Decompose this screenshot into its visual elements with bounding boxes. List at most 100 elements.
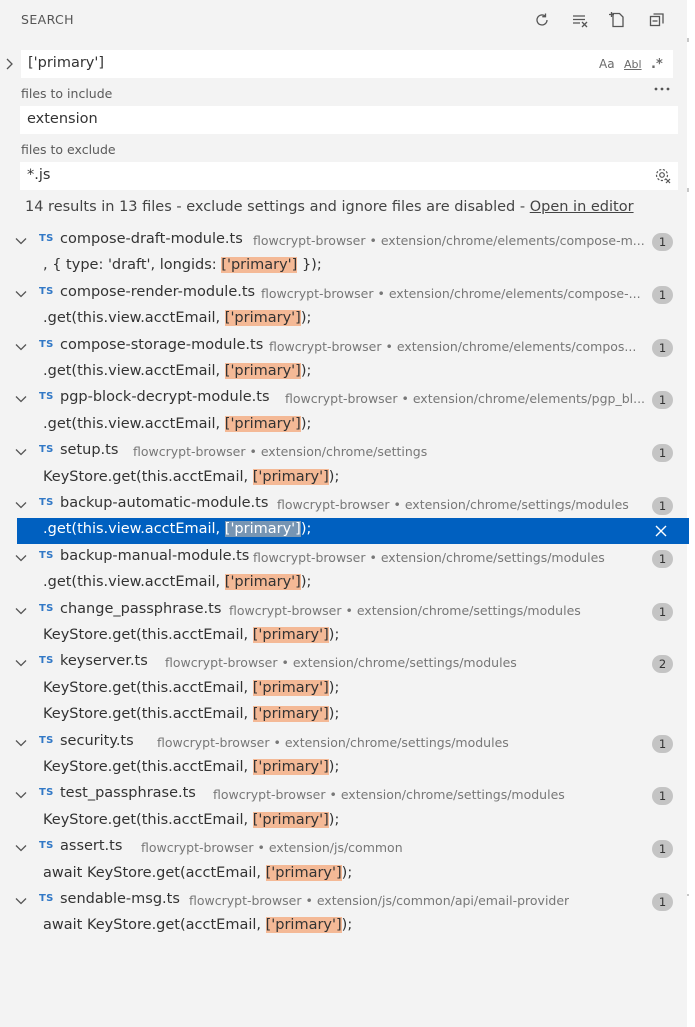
match-highlight: ['primary'] [265,917,342,934]
match-count-badge: 1 [652,787,673,806]
result-file-name: security.ts [60,732,134,749]
more-options-icon[interactable] [652,82,672,96]
result-match-row[interactable]: await KeyStore.get(acctEmail, ['primary'… [0,914,689,940]
result-file-path: flowcrypt-browser • extension/chrome/set… [213,787,565,803]
files-to-exclude-label: files to exclude [21,142,116,157]
result-file-row[interactable]: TS backup-manual-module.ts flowcrypt-brows… [0,545,689,571]
chevron-down-icon[interactable] [13,840,29,856]
chevron-down-icon[interactable] [13,339,29,355]
chevron-down-icon[interactable] [13,655,29,671]
result-file-row[interactable]: TS backup-automatic-module.ts flowcrypt-br… [0,492,689,518]
search-input[interactable]: ['primary'] Aa Abl .* [21,50,673,78]
toggle-replace-chevron-icon[interactable] [2,54,18,74]
match-line: KeyStore.get(this.acctEmail, ['primary']… [43,759,339,775]
clear-results-icon[interactable] [570,10,590,30]
files-to-exclude-input[interactable]: *.js [20,162,678,190]
match-text-after: ); [341,864,353,881]
result-match-row[interactable]: .get(this.view.acctEmail, ['primary']); [0,307,689,333]
result-file-path: flowcrypt-browser • extension/chrome/ele… [285,391,646,407]
match-line: .get(this.view.acctEmail, ['primary']); [43,363,311,379]
match-text-before: KeyStore.get(this.acctEmail, [43,468,253,485]
chevron-down-icon[interactable] [13,787,29,803]
collapse-all-icon[interactable] [647,10,667,30]
match-whole-word-toggle[interactable]: Abl [624,55,642,73]
result-match-row[interactable]: KeyStore.get(this.acctEmail, ['primary']… [0,756,689,782]
result-match-row[interactable]: .get(this.view.acctEmail, ['primary']); [0,571,689,597]
result-file-row[interactable]: TS test_passphrase.ts flowcrypt-browser • … [0,782,689,808]
match-highlight: ['primary'] [224,415,301,432]
result-file-path: flowcrypt-browser • extension/chrome/set… [133,444,428,460]
match-highlight: ['primary'] [224,363,301,379]
typescript-file-icon: TS [39,734,54,746]
chevron-down-icon[interactable] [13,603,29,619]
match-highlight: ['primary'] [221,257,298,274]
result-file-name: compose-draft-module.ts [60,231,243,247]
refresh-icon[interactable] [532,10,552,30]
chevron-down-icon[interactable] [13,893,29,909]
typescript-file-icon: TS [39,497,54,508]
use-regex-toggle[interactable]: .* [651,55,663,73]
open-in-editor-link[interactable]: Open in editor [530,199,634,215]
result-file-row[interactable]: TS compose-draft-module.ts flowcrypt-brows… [0,228,689,254]
match-text-before: .get(this.view.acctEmail, [43,415,225,432]
scrollbar-marker [687,188,689,192]
result-file-row[interactable]: TS setup.ts flowcrypt-browser • extension/… [0,439,689,465]
result-match-row[interactable]: KeyStore.get(this.acctEmail, ['primary']… [0,703,689,729]
result-file-name: change_passphrase.ts [60,600,222,617]
result-file-path: flowcrypt-browser • extension/chrome/set… [157,734,509,750]
chevron-down-icon[interactable] [13,444,29,460]
match-line: , { type: 'draft', longids: ['primary'] … [43,257,322,274]
search-input-value: ['primary'] [28,55,105,71]
result-file-row[interactable]: TS compose-render-module.ts flowcrypt-brow… [0,281,689,307]
match-count-badge: 1 [652,444,673,463]
result-file-row[interactable]: TS keyserver.ts flowcrypt-browser • extens… [0,650,689,676]
result-match-row[interactable]: .get(this.view.acctEmail, ['primary']); [17,518,689,545]
result-file-row[interactable]: TS assert.ts flowcrypt-browser • extension… [0,835,689,861]
chevron-down-icon[interactable] [13,391,29,407]
result-match-row[interactable]: KeyStore.get(this.acctEmail, ['primary']… [0,624,689,650]
new-search-editor-icon[interactable] [608,10,628,30]
match-count-badge: 1 [652,602,673,621]
use-exclude-settings-icon[interactable] [654,166,672,184]
chevron-down-icon[interactable] [13,497,29,513]
result-match-row[interactable]: KeyStore.get(this.acctEmail, ['primary']… [0,466,689,492]
match-count-badge: 1 [652,233,673,251]
result-file-name: keyserver.ts [60,653,148,670]
result-match-row[interactable]: , { type: 'draft', longids: ['primary'] … [0,254,689,280]
result-file-row[interactable]: TS security.ts flowcrypt-browser • extensi… [0,730,689,756]
result-file-row[interactable]: TS sendable-msg.ts flowcrypt-browser • ext… [0,888,689,914]
match-text-before: KeyStore.get(this.acctEmail, [43,627,253,643]
result-match-row[interactable]: .get(this.view.acctEmail, ['primary']); [0,413,689,439]
chevron-down-icon[interactable] [13,286,29,302]
result-match-row[interactable]: KeyStore.get(this.acctEmail, ['primary']… [0,809,689,835]
result-match-row[interactable]: .get(this.view.acctEmail, ['primary']); [0,360,689,386]
chevron-down-icon[interactable] [13,550,29,566]
match-text-before: .get(this.view.acctEmail, [43,521,225,538]
match-line: KeyStore.get(this.acctEmail, ['primary']… [43,811,340,828]
match-text-before: .get(this.view.acctEmail, [43,363,225,379]
match-text-after: ); [328,811,340,828]
result-file-path: flowcrypt-browser • extension/chrome/set… [229,602,581,618]
match-case-toggle[interactable]: Aa [599,55,615,73]
match-highlight: ['primary'] [265,864,342,881]
files-to-include-input[interactable]: extension [20,106,678,134]
result-file-row[interactable]: TS compose-storage-module.ts flowcrypt-bro… [0,334,689,360]
chevron-down-icon[interactable] [13,735,29,751]
result-file-row[interactable]: TS change_passphrase.ts flowcrypt-browser … [0,598,689,624]
match-text-before: await KeyStore.get(acctEmail, [43,917,266,934]
match-count-badge: 1 [652,391,673,410]
result-file-row[interactable]: TS pgp-block-decrypt-module.ts flowcrypt-b… [0,386,689,412]
dismiss-result-icon[interactable] [653,523,669,539]
match-count-badge: 1 [652,497,673,515]
result-file-path: flowcrypt-browser • extension/chrome/set… [165,655,517,671]
match-text-after: ); [300,415,312,432]
result-match-row[interactable]: KeyStore.get(this.acctEmail, ['primary']… [0,677,689,703]
match-text-after: ); [328,468,340,485]
match-line: await KeyStore.get(acctEmail, ['primary'… [43,917,352,934]
result-match-row[interactable]: await KeyStore.get(acctEmail, ['primary'… [0,862,689,888]
chevron-down-icon[interactable] [13,233,29,249]
typescript-file-icon: TS [39,893,54,904]
match-count-badge: 1 [652,285,673,304]
match-highlight: ['primary'] [252,468,329,485]
typescript-file-icon: TS [39,655,54,667]
